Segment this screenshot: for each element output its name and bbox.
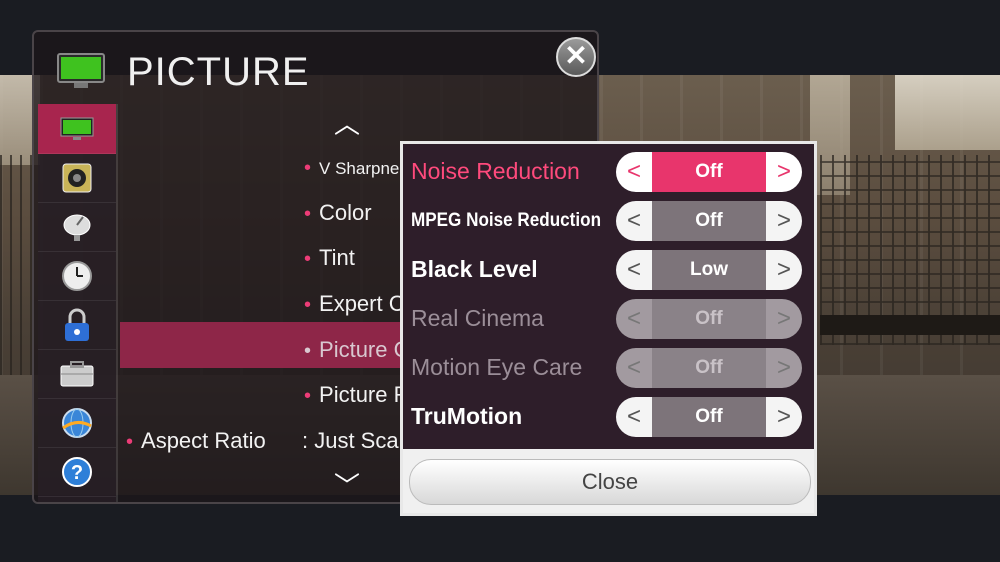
sidebar-item-time[interactable] bbox=[38, 251, 116, 301]
sidebar-item-picture[interactable] bbox=[38, 104, 116, 154]
sidebar-item-setup[interactable] bbox=[38, 202, 116, 252]
dialog-footer: Close bbox=[403, 449, 814, 513]
option-value: Off bbox=[652, 299, 766, 339]
close-button[interactable]: Close bbox=[409, 459, 811, 505]
trumotion-selector[interactable]: < Off > bbox=[616, 397, 802, 437]
satellite-dish-icon bbox=[63, 214, 91, 241]
option-label: TruMotion bbox=[411, 403, 523, 429]
picture-icon bbox=[60, 117, 94, 140]
black-level-selector[interactable]: < Low > bbox=[616, 250, 802, 290]
menu-item-expert-control[interactable]: • Expert C bbox=[304, 291, 405, 317]
option-value: Off bbox=[652, 152, 766, 192]
menu-item-picture-option[interactable]: • Picture C bbox=[304, 337, 410, 363]
option-label: Real Cinema bbox=[411, 305, 544, 331]
clock-icon bbox=[62, 260, 92, 291]
menu-item-tint[interactable]: • Tint bbox=[304, 245, 355, 271]
aspect-ratio-value: : Just Sca bbox=[302, 428, 399, 453]
option-row-noise-reduction[interactable]: Noise Reduction < Off > bbox=[411, 150, 808, 196]
option-row-real-cinema: Real Cinema < Off > bbox=[411, 297, 808, 343]
sidebar-item-lock[interactable] bbox=[38, 300, 116, 350]
menu-item-aspect-ratio[interactable]: • Aspect Ratio bbox=[126, 428, 266, 454]
speaker-icon bbox=[62, 163, 92, 192]
chevron-right-icon: > bbox=[776, 305, 791, 332]
tv-icon bbox=[57, 53, 105, 88]
option-value: Off bbox=[652, 348, 766, 388]
chevron-left-icon[interactable]: < bbox=[616, 201, 652, 241]
option-label: MPEG Noise Reduction bbox=[411, 210, 602, 231]
option-row-trumotion[interactable]: TruMotion < Off > bbox=[411, 395, 808, 441]
option-label: Motion Eye Care bbox=[411, 354, 583, 380]
sidebar-item-option[interactable] bbox=[38, 349, 116, 399]
chevron-left-icon: < bbox=[626, 305, 641, 332]
scroll-down-arrow-icon[interactable]: ﹀ bbox=[334, 466, 360, 503]
svg-text:?: ? bbox=[71, 462, 83, 484]
option-label: Noise Reduction bbox=[411, 158, 580, 184]
lock-icon bbox=[65, 308, 89, 341]
sidebar-item-network[interactable] bbox=[38, 398, 116, 448]
chevron-left-icon[interactable]: < bbox=[616, 152, 652, 192]
menu-item-picture-reset[interactable]: • Picture R bbox=[304, 382, 410, 408]
scroll-up-arrow-icon[interactable]: ︿ bbox=[334, 104, 360, 141]
chevron-right-icon[interactable]: > bbox=[766, 397, 802, 437]
option-row-black-level[interactable]: Black Level < Low > bbox=[411, 248, 808, 294]
chevron-left-icon[interactable]: < bbox=[616, 250, 652, 290]
chevron-left-icon: < bbox=[626, 354, 641, 381]
help-icon: ? bbox=[62, 456, 92, 487]
page-title: PICTURE bbox=[127, 50, 310, 94]
option-value: Off bbox=[652, 397, 766, 437]
globe-icon bbox=[62, 407, 92, 438]
mpeg-noise-reduction-selector[interactable]: < Off > bbox=[616, 201, 802, 241]
chevron-right-icon[interactable]: > bbox=[766, 250, 802, 290]
real-cinema-selector: < Off > bbox=[616, 299, 802, 339]
chevron-right-icon[interactable]: > bbox=[766, 201, 802, 241]
option-label: Black Level bbox=[411, 256, 538, 282]
toolbox-icon bbox=[60, 360, 94, 386]
sidebar-item-support[interactable]: ? bbox=[38, 447, 116, 497]
sidebar-item-audio[interactable] bbox=[38, 153, 116, 203]
chevron-right-icon: > bbox=[776, 354, 791, 381]
noise-reduction-selector[interactable]: < Off > bbox=[616, 152, 802, 192]
category-sidebar: ? bbox=[38, 104, 116, 502]
option-value: Low bbox=[652, 250, 766, 290]
option-value: Off bbox=[652, 201, 766, 241]
chevron-right-icon[interactable]: > bbox=[766, 152, 802, 192]
close-icon[interactable]: ✕ bbox=[556, 37, 596, 77]
chevron-left-icon[interactable]: < bbox=[616, 397, 652, 437]
motion-eye-care-selector: < Off > bbox=[616, 348, 802, 388]
menu-item-color[interactable]: • Color bbox=[304, 200, 372, 226]
option-row-motion-eye-care: Motion Eye Care < Off > bbox=[411, 346, 808, 392]
picture-option-dialog: Noise Reduction < Off > MPEG Noise Reduc… bbox=[400, 141, 817, 516]
option-row-mpeg-noise-reduction[interactable]: MPEG Noise Reduction < Off > bbox=[411, 199, 808, 245]
